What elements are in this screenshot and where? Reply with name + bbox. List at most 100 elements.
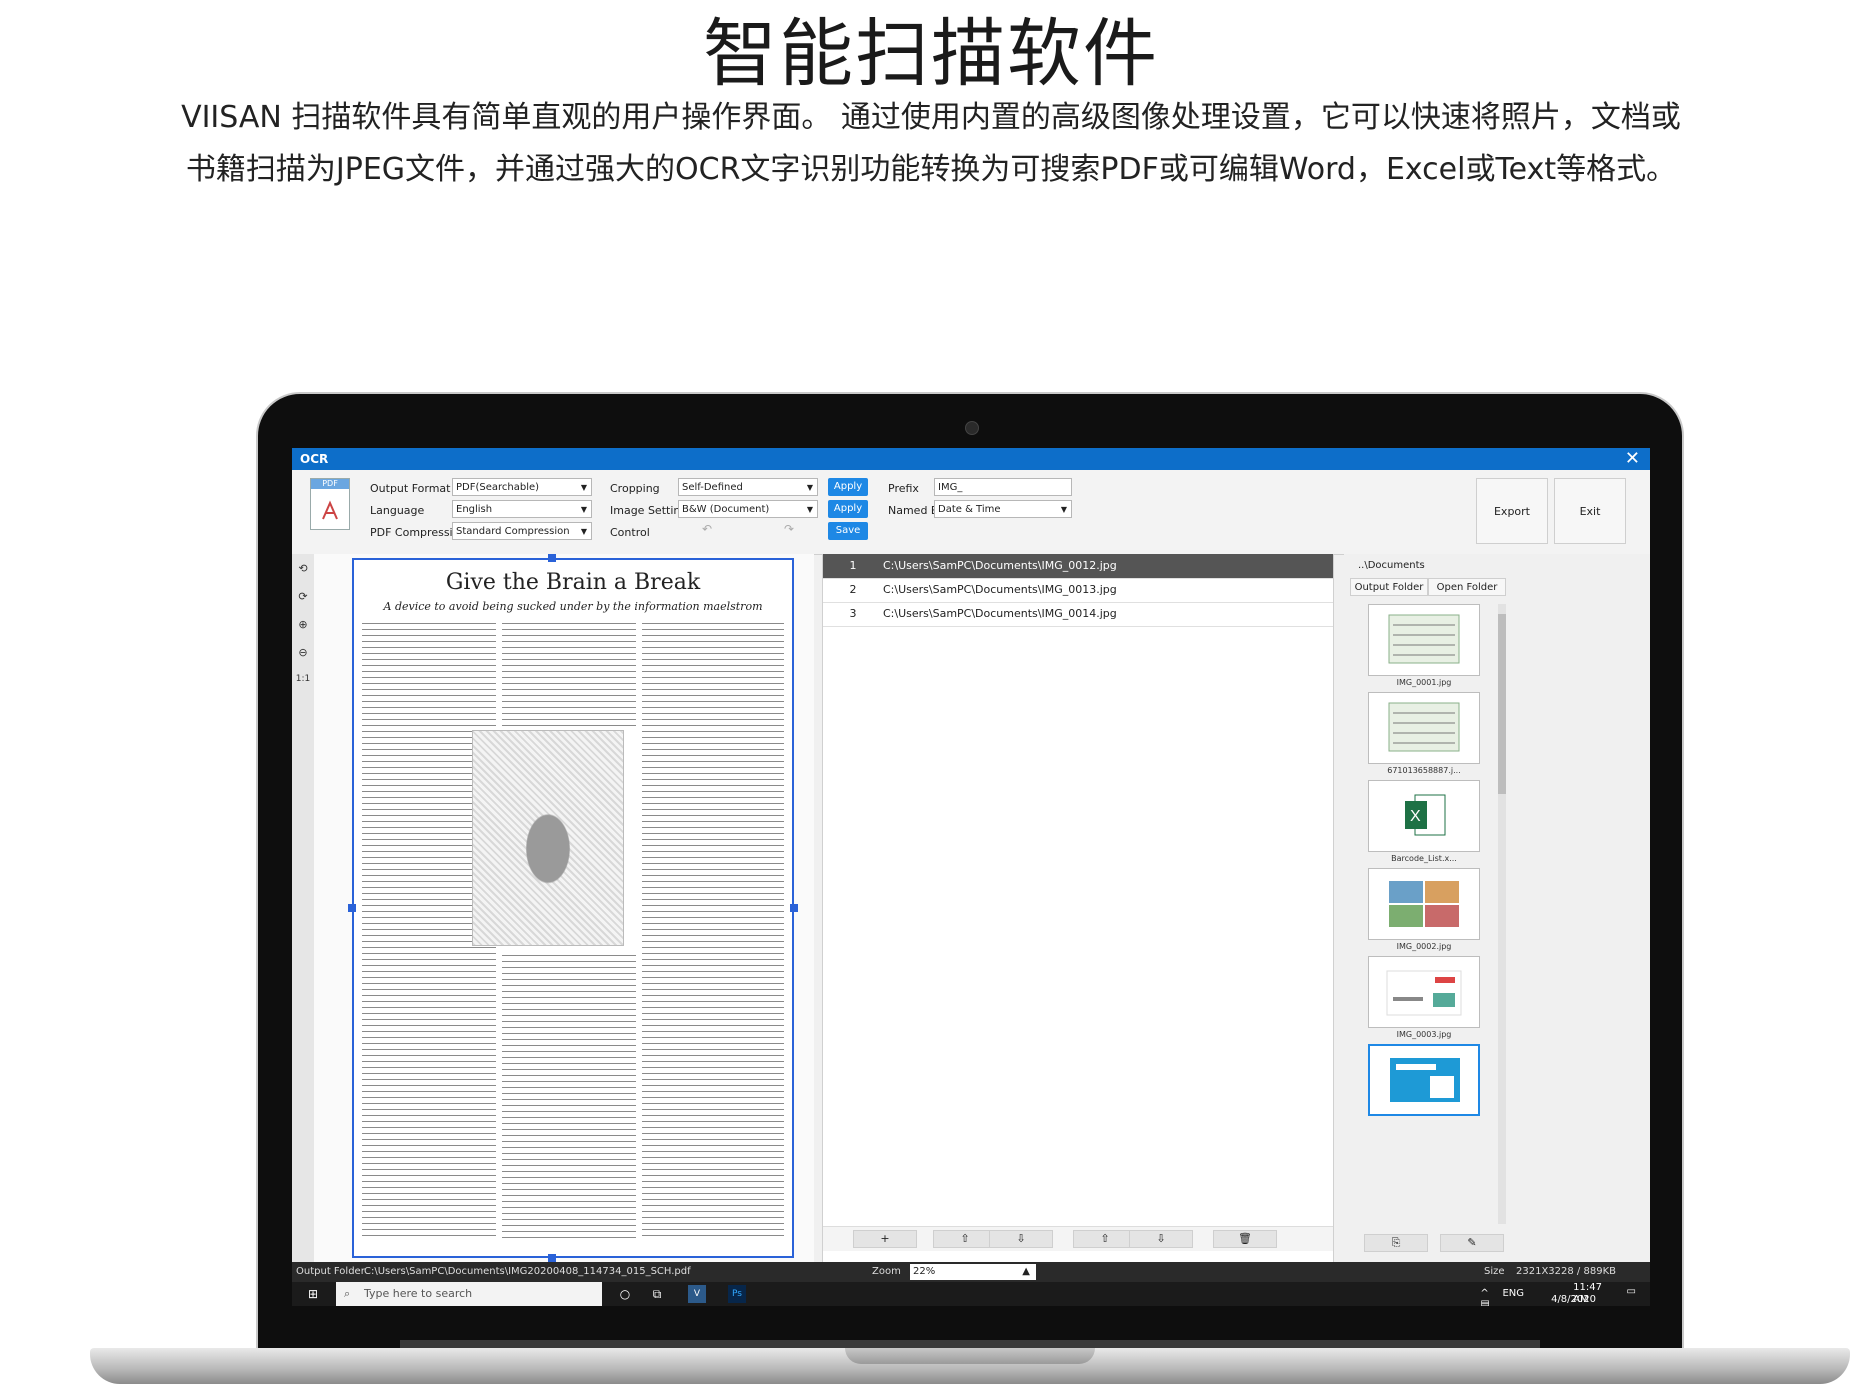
close-icon[interactable]: ✕ [1625,448,1640,469]
delete-icon[interactable]: 🗑 [1213,1230,1277,1248]
add-icon[interactable]: + [853,1230,917,1248]
zoom-out-icon[interactable]: ⊖ [295,646,311,662]
folder-path: ..\Documents [1358,560,1425,571]
redo-icon[interactable]: ↷ [784,522,794,536]
image-settings-select[interactable]: B&W (Document) ▼ [678,500,818,518]
thumbnail-scrollbar[interactable] [1498,604,1506,1224]
apply-cropping-button[interactable]: Apply [828,478,868,496]
card-thumbnail-icon [1386,970,1462,1016]
document-preview: Give the Brain a Break A device to avoid… [314,554,814,1262]
svg-text:X: X [1410,808,1421,825]
taskbar-search[interactable]: ⌕ Type here to search [336,1282,602,1306]
rotate-right-icon[interactable]: ⟳ [295,590,311,606]
document-title: Give the Brain a Break [445,570,701,595]
move-bottom-icon[interactable]: ⇩ [1129,1230,1193,1248]
file-row-path: C:\Users\SamPC\Documents\IMG_0012.jpg [883,559,1117,572]
form-thumbnail-icon [1388,614,1460,664]
app-title: OCR [300,452,329,466]
actual-size-icon[interactable]: 1:1 [295,674,311,690]
move-down-icon[interactable]: ⇩ [989,1230,1053,1248]
import-icon[interactable]: ⎘ [1364,1234,1428,1252]
thumbnail-image[interactable] [1368,692,1480,764]
description-line-2: 书籍扫描为JPEG文件，并通过强大的OCR文字识别功能转换为可搜索PDF或可编辑… [185,152,1677,187]
text-column-2-bottom [502,952,636,1240]
thumbnail-panel: ..\Documents Output Folder Open Folder I… [1344,554,1650,1262]
crop-handle[interactable] [348,904,356,912]
zoom-input[interactable]: 22% ▲ [910,1264,1036,1280]
undo-icon[interactable]: ↶ [702,522,712,536]
status-output-label: Output Folder [296,1266,365,1277]
file-row-index: 1 [849,559,857,572]
thumbnail-caption: IMG_0002.jpg [1396,942,1452,951]
tray-date[interactable]: 4/8/2020 [1551,1294,1596,1306]
thumbnail-image-selected[interactable] [1368,1044,1480,1116]
tray-language[interactable]: ENG [1502,1288,1524,1299]
left-toolstrip: ⟲ ⟳ ⊕ ⊖ 1:1 [292,554,315,1262]
cortana-icon[interactable]: ○ [616,1285,634,1303]
export-button[interactable]: Export [1476,478,1548,544]
app-titlebar: OCR ✕ [292,448,1650,470]
page-headline: 智能扫描软件 [703,11,1159,97]
named-by-select[interactable]: Date & Time ▼ [934,500,1072,518]
tray-icons[interactable]: ^ ▤ ◁) ✦ [1480,1288,1492,1306]
thumbnail-image[interactable] [1368,604,1480,676]
language-label: Language [370,504,425,517]
file-row[interactable]: 2 C:\Users\SamPC\Documents\IMG_0013.jpg [823,578,1333,603]
thumbnail-caption: Barcode_List.x... [1391,854,1457,863]
prefix-label: Prefix [888,482,919,495]
prefix-input[interactable]: IMG_ [934,478,1072,496]
file-list-panel: 1 C:\Users\SamPC\Documents\IMG_0012.jpg … [822,554,1334,1262]
apply-image-settings-button[interactable]: Apply [828,500,868,518]
file-row[interactable]: 1 C:\Users\SamPC\Documents\IMG_0012.jpg [823,554,1333,579]
language-select[interactable]: English ▼ [452,500,592,518]
windows-start-icon[interactable]: ⊞ [304,1285,322,1303]
file-row[interactable]: 3 C:\Users\SamPC\Documents\IMG_0014.jpg [823,602,1333,627]
output-format-select[interactable]: PDF(Searchable) ▼ [452,478,592,496]
file-list-actions: + ⇧ ⇩ ⇧ ⇩ 🗑 [823,1226,1333,1251]
photoshop-app-icon[interactable]: Ps [728,1285,746,1303]
thumbnail-caption: 671013658887.j... [1387,766,1461,775]
file-row-path: C:\Users\SamPC\Documents\IMG_0013.jpg [883,583,1117,596]
notification-icon[interactable]: ▭ [1627,1286,1636,1297]
thumbnail-caption: IMG_0003.jpg [1396,1030,1452,1039]
exit-button[interactable]: Exit [1554,478,1626,544]
rotate-left-icon[interactable]: ⟲ [295,562,311,578]
save-button[interactable]: Save [828,522,868,540]
file-row-path: C:\Users\SamPC\Documents\IMG_0014.jpg [883,607,1117,620]
crop-handle[interactable] [548,554,556,562]
move-top-icon[interactable]: ⇧ [1073,1230,1137,1248]
camera-dot [965,421,979,435]
cropping-select[interactable]: Self-Defined ▼ [678,478,818,496]
status-bar: Output Folder C:\Users\SamPC\Documents\I… [292,1262,1650,1282]
photo-thumbnail-icon [1389,881,1459,927]
text-column-3 [642,620,784,1240]
thumbnail-image[interactable] [1368,868,1480,940]
text-column-2-top [502,620,636,730]
thumbnail-image[interactable] [1368,956,1480,1028]
cropping-label: Cropping [610,482,660,495]
pdf-glyph [322,500,338,520]
thumbnail-image[interactable]: X [1368,780,1480,852]
newspaper-illustration [472,730,624,946]
zoom-in-icon[interactable]: ⊕ [295,618,311,634]
output-folder-button[interactable]: Output Folder [1350,578,1428,596]
card-thumbnail-icon [1390,1058,1460,1102]
excel-icon: X [1405,794,1446,836]
crop-handle[interactable] [548,1254,556,1262]
viisan-app-icon[interactable]: V [688,1285,706,1303]
windows-taskbar: ⊞ ⌕ Type here to search ○ ⧉ V Ps ^ ▤ ◁) … [292,1282,1650,1306]
open-folder-button[interactable]: Open Folder [1428,578,1506,596]
laptop-notch [845,1348,1095,1364]
scrollbar-thumb[interactable] [1498,614,1506,794]
move-up-icon[interactable]: ⇧ [933,1230,997,1248]
settings-toolbar: PDF Output Format PDF(Searchable) ▼ Langu… [292,470,1650,555]
edit-icon[interactable]: ✎ [1440,1234,1504,1252]
status-size-value: 2321X3228 / 889KB [1516,1266,1616,1277]
task-view-icon[interactable]: ⧉ [648,1285,666,1303]
output-format-label: Output Format [370,482,451,495]
app-screen: OCR ✕ PDF Output Format PDF(Searchable) ▼… [292,448,1650,1306]
crop-handle[interactable] [790,904,798,912]
pdf-compression-select[interactable]: Standard Compression ▼ [452,522,592,540]
search-icon: ⌕ [344,1287,351,1300]
description-line-1: VIISAN 扫描软件具有简单直观的用户操作界面。 通过使用内置的高级图像处理设… [181,100,1681,135]
